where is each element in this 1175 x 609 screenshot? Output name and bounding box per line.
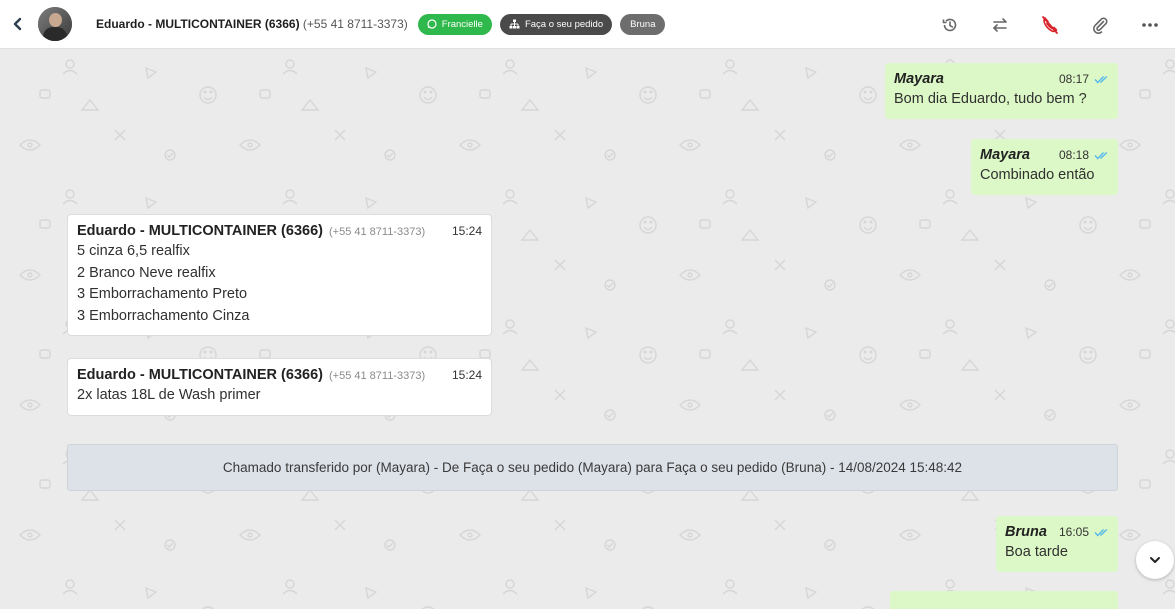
message-text: Boa tarde xyxy=(1005,544,1068,560)
system-message-text: Chamado transferido por (Mayara) - De Fa… xyxy=(222,460,963,475)
transfer-button[interactable] xyxy=(975,0,1025,49)
chevron-down-icon xyxy=(1150,557,1160,563)
message-text-line: 3 Emborrachamento Preto xyxy=(77,286,248,302)
contact-info[interactable]: Eduardo - MULTICONTAINER (6366) (+55 41 … xyxy=(96,17,408,31)
message-sender-phone: (+55 41 8711-3373) xyxy=(328,226,426,238)
contact-name: Eduardo - MULTICONTAINER (6366) xyxy=(96,17,300,31)
message-time: 08:17 xyxy=(1058,72,1089,86)
chat-header: Eduardo - MULTICONTAINER (6366) (+55 41 … xyxy=(0,0,1175,49)
transfer-icon xyxy=(992,17,1007,32)
message-sender-block: Eduardo - MULTICONTAINER (6366) (+55 41 … xyxy=(77,223,425,239)
message-sender: Bruna xyxy=(1005,524,1047,540)
message-bubble-outgoing[interactable]: Mayara 08:17 Bom dia Eduardo, tudo bem ? xyxy=(885,63,1118,119)
message-time: 15:24 xyxy=(451,224,482,238)
message-time: 16:05 xyxy=(1058,525,1089,539)
message-meta: 08:17 xyxy=(1059,72,1109,86)
avatar[interactable] xyxy=(38,7,72,41)
chat-area[interactable]: Mayara 08:17 Bom dia Eduardo, tudo bem ?… xyxy=(0,50,1175,609)
message-sender: Eduardo - MULTICONTAINER (6366) xyxy=(77,367,323,383)
message-bubble-outgoing[interactable]: Bruna 16:05 Boa tarde xyxy=(996,516,1118,572)
message-time: 15:24 xyxy=(451,368,482,382)
tag-label: Francielle xyxy=(441,18,483,30)
tag-label: Bruna xyxy=(630,18,656,30)
history-button[interactable] xyxy=(925,0,975,49)
chevron-left-icon xyxy=(13,17,22,31)
end-call-icon xyxy=(1042,15,1058,34)
message-sender-block: Eduardo - MULTICONTAINER (6366) (+55 41 … xyxy=(77,367,425,383)
message-bubble-incoming[interactable]: Eduardo - MULTICONTAINER (6366) (+55 41 … xyxy=(67,214,492,336)
attach-icon xyxy=(1092,17,1108,34)
message-meta: 15:24 xyxy=(452,368,482,382)
message-bubble-outgoing[interactable]: Mayara 08:18 Combinado então xyxy=(971,139,1118,195)
sitemap-icon xyxy=(509,19,520,29)
whatsapp-icon xyxy=(427,19,437,29)
header-actions xyxy=(925,0,1175,49)
tag-department[interactable]: Faça o seu pedido xyxy=(499,13,613,35)
tag-channel-agent[interactable]: Francielle xyxy=(417,13,492,35)
tag-agent[interactable]: Bruna xyxy=(620,13,666,35)
message-bubble-outgoing-partial[interactable] xyxy=(890,591,1118,609)
contact-phone: (+55 41 8711-3373) xyxy=(302,17,408,31)
message-meta: 15:24 xyxy=(452,224,482,238)
double-check-icon xyxy=(1094,75,1108,83)
message-meta: 08:18 xyxy=(1059,148,1109,162)
message-sender: Mayara xyxy=(980,147,1030,163)
message-meta: 16:05 xyxy=(1059,525,1109,539)
back-button[interactable] xyxy=(0,0,36,49)
message-text: Combinado então xyxy=(980,167,1095,183)
end-call-button[interactable] xyxy=(1025,0,1075,49)
message-text: Bom dia Eduardo, tudo bem ? xyxy=(894,91,1087,107)
message-time: 08:18 xyxy=(1058,148,1089,162)
message-text: 2x latas 18L de Wash primer xyxy=(77,387,261,403)
message-sender-phone: (+55 41 8711-3373) xyxy=(328,370,426,382)
message-bubble-incoming[interactable]: Eduardo - MULTICONTAINER (6366) (+55 41 … xyxy=(67,358,492,416)
message-text-line: 2 Branco Neve realfix xyxy=(77,264,216,281)
message-text-line: 3 Emborrachamento Cinza xyxy=(77,307,250,324)
message-text-line: 5 cinza 6,5 realfix xyxy=(77,243,190,259)
system-transfer-notice: Chamado transferido por (Mayara) - De Fa… xyxy=(67,444,1118,491)
more-icon xyxy=(1142,22,1158,27)
message-sender: Eduardo - MULTICONTAINER (6366) xyxy=(77,223,323,239)
double-check-icon xyxy=(1094,528,1108,536)
more-button[interactable] xyxy=(1125,0,1175,49)
scroll-to-bottom-button[interactable] xyxy=(1136,541,1174,579)
double-check-icon xyxy=(1094,151,1108,159)
attach-button[interactable] xyxy=(1075,0,1125,49)
tag-label: Faça o seu pedido xyxy=(524,18,604,30)
history-icon xyxy=(942,18,957,31)
message-sender: Mayara xyxy=(894,71,944,87)
